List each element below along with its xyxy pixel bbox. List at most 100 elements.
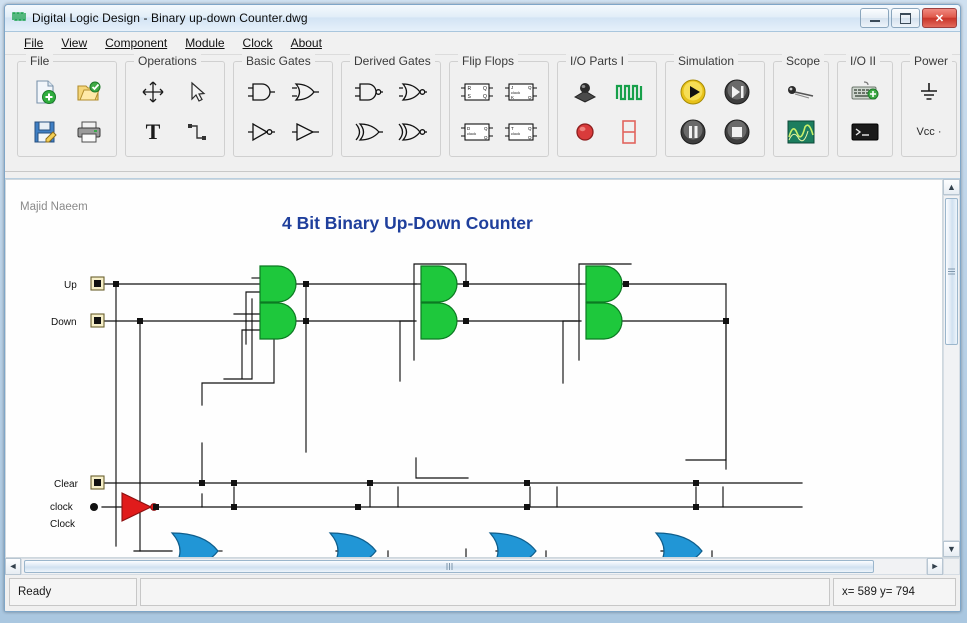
led-button[interactable] bbox=[564, 113, 606, 151]
select-tool-button[interactable] bbox=[176, 73, 218, 111]
vertical-scrollbar[interactable]: ▲ ▼ bbox=[942, 179, 960, 557]
new-file-button[interactable] bbox=[24, 73, 66, 111]
toolbar-group-simulation-label: Simulation bbox=[674, 54, 738, 68]
toolbar-group-derived-gates-label: Derived Gates bbox=[350, 54, 435, 68]
waveform-icon bbox=[12, 9, 26, 27]
or-gate-2[interactable] bbox=[490, 533, 536, 557]
svg-text:Q: Q bbox=[483, 86, 487, 92]
oscilloscope-button[interactable] bbox=[780, 113, 822, 151]
menu-item-clock[interactable]: Clock bbox=[234, 34, 282, 52]
minimize-button[interactable] bbox=[860, 8, 889, 28]
menu-item-module[interactable]: Module bbox=[176, 34, 233, 52]
menu-label-component: Component bbox=[105, 36, 167, 50]
and-gate-2[interactable] bbox=[421, 266, 457, 302]
nand-gate-button[interactable] bbox=[348, 73, 390, 111]
switch-clear[interactable] bbox=[91, 476, 104, 489]
and-gates bbox=[260, 266, 622, 339]
rs-flipflop-button[interactable]: R S Q Q bbox=[456, 73, 498, 111]
svg-text:Q: Q bbox=[528, 85, 532, 90]
or-gate-3[interactable] bbox=[656, 533, 702, 557]
vertical-scroll-track[interactable] bbox=[943, 195, 960, 541]
horizontal-scroll-thumb[interactable] bbox=[24, 560, 874, 573]
and-gate-4[interactable] bbox=[586, 266, 622, 302]
or-gate-1[interactable] bbox=[330, 533, 376, 557]
chevron-down-icon: ▼ bbox=[947, 545, 956, 554]
and-gate-button[interactable] bbox=[240, 73, 282, 111]
toolbar-group-scope-label: Scope bbox=[782, 54, 824, 68]
vcc-button[interactable]: Vcc · bbox=[908, 113, 950, 151]
menu-item-file[interactable]: File bbox=[15, 34, 52, 52]
move-tool-button[interactable] bbox=[132, 73, 174, 111]
grip-icon bbox=[446, 563, 453, 570]
vertical-scroll-thumb[interactable] bbox=[945, 198, 958, 345]
and-gate-5[interactable] bbox=[586, 303, 622, 339]
status-text: Ready bbox=[9, 578, 137, 606]
scroll-up-button[interactable]: ▲ bbox=[943, 179, 960, 195]
toolbar-group-io-parts-1: I/O Parts I bbox=[557, 61, 657, 157]
switch-button[interactable] bbox=[564, 73, 606, 111]
toolbar-group-io-parts-2: I/O II bbox=[837, 61, 893, 157]
not-gate-button[interactable] bbox=[240, 113, 282, 151]
save-file-button[interactable] bbox=[24, 113, 66, 151]
d-flipflop-button[interactable]: D clock Q Q bbox=[456, 113, 498, 151]
cursor-coordinates: x= 589 y= 794 bbox=[833, 578, 956, 606]
horizontal-scrollbar[interactable]: ◄ ► bbox=[5, 557, 960, 575]
menu-item-view[interactable]: View bbox=[52, 34, 96, 52]
svg-text:Q: Q bbox=[484, 135, 488, 140]
nor-gate-button[interactable] bbox=[392, 73, 434, 111]
toolbar-group-basic-gates: Basic Gates bbox=[233, 61, 333, 157]
clock-source-label: clock bbox=[50, 502, 74, 513]
jk-flipflop-button[interactable]: J clock K Q Q bbox=[500, 73, 542, 111]
horizontal-scroll-track[interactable] bbox=[21, 558, 927, 575]
input-switches: Up Down Clear bbox=[50, 277, 104, 530]
probe-button[interactable] bbox=[780, 73, 822, 111]
wire-tool-button[interactable] bbox=[176, 113, 218, 151]
toolbar-group-power-label: Power bbox=[910, 54, 952, 68]
and-gate-0[interactable] bbox=[260, 266, 296, 302]
chevron-left-icon: ◄ bbox=[9, 562, 18, 571]
pause-simulation-button[interactable] bbox=[672, 113, 714, 151]
keyboard-input-button[interactable] bbox=[844, 73, 886, 111]
or-gate-0[interactable] bbox=[172, 533, 218, 557]
and-gate-3[interactable] bbox=[421, 303, 457, 339]
or-gate-button[interactable] bbox=[284, 73, 326, 111]
scroll-left-button[interactable]: ◄ bbox=[5, 558, 21, 575]
run-simulation-button[interactable] bbox=[672, 73, 714, 111]
buffer-gate-button[interactable] bbox=[284, 113, 326, 151]
svg-text:Q: Q bbox=[528, 126, 532, 131]
terminal-output-button[interactable] bbox=[844, 113, 886, 151]
toolbar-group-scope: Scope bbox=[773, 61, 829, 157]
menu-label-clock: Clock bbox=[243, 36, 273, 50]
clock-source-button[interactable] bbox=[608, 73, 650, 111]
vcc-label: Vcc · bbox=[916, 126, 941, 138]
t-flipflop-button[interactable]: T clock Q Q bbox=[500, 113, 542, 151]
circuit-schematic: Majid Naeem 4 Bit Binary Up-Down Counter bbox=[6, 180, 936, 557]
toolbar-group-power: Power Vcc · bbox=[901, 61, 957, 157]
switch-up[interactable] bbox=[91, 277, 104, 290]
window-title: Digital Logic Design - Binary up-down Co… bbox=[32, 11, 308, 25]
xor-gate-button[interactable] bbox=[348, 113, 390, 151]
clock-source-node[interactable] bbox=[90, 503, 98, 511]
menu-label-about: About bbox=[291, 36, 322, 50]
step-simulation-button[interactable] bbox=[716, 73, 758, 111]
diagram-title: 4 Bit Binary Up-Down Counter bbox=[282, 213, 533, 233]
close-button[interactable]: ✕ bbox=[922, 8, 957, 28]
toolbar-group-file-label: File bbox=[26, 54, 53, 68]
menu-item-about[interactable]: About bbox=[282, 34, 331, 52]
scroll-down-button[interactable]: ▼ bbox=[943, 541, 960, 557]
switch-down[interactable] bbox=[91, 314, 104, 327]
seven-segment-button[interactable] bbox=[608, 113, 650, 151]
schematic-canvas[interactable]: Majid Naeem 4 Bit Binary Up-Down Counter bbox=[5, 179, 942, 557]
xnor-gate-button[interactable] bbox=[392, 113, 434, 151]
print-button[interactable] bbox=[68, 113, 110, 151]
maximize-button[interactable] bbox=[891, 8, 920, 28]
scroll-right-button[interactable]: ► bbox=[927, 558, 943, 575]
chevron-up-icon: ▲ bbox=[947, 183, 956, 192]
menu-item-component[interactable]: Component bbox=[96, 34, 176, 52]
open-file-button[interactable] bbox=[68, 73, 110, 111]
svg-text:clock: clock bbox=[511, 131, 520, 136]
ground-button[interactable] bbox=[908, 73, 950, 111]
and-gate-1[interactable] bbox=[260, 303, 296, 339]
stop-simulation-button[interactable] bbox=[716, 113, 758, 151]
text-tool-button[interactable]: T bbox=[132, 113, 174, 151]
